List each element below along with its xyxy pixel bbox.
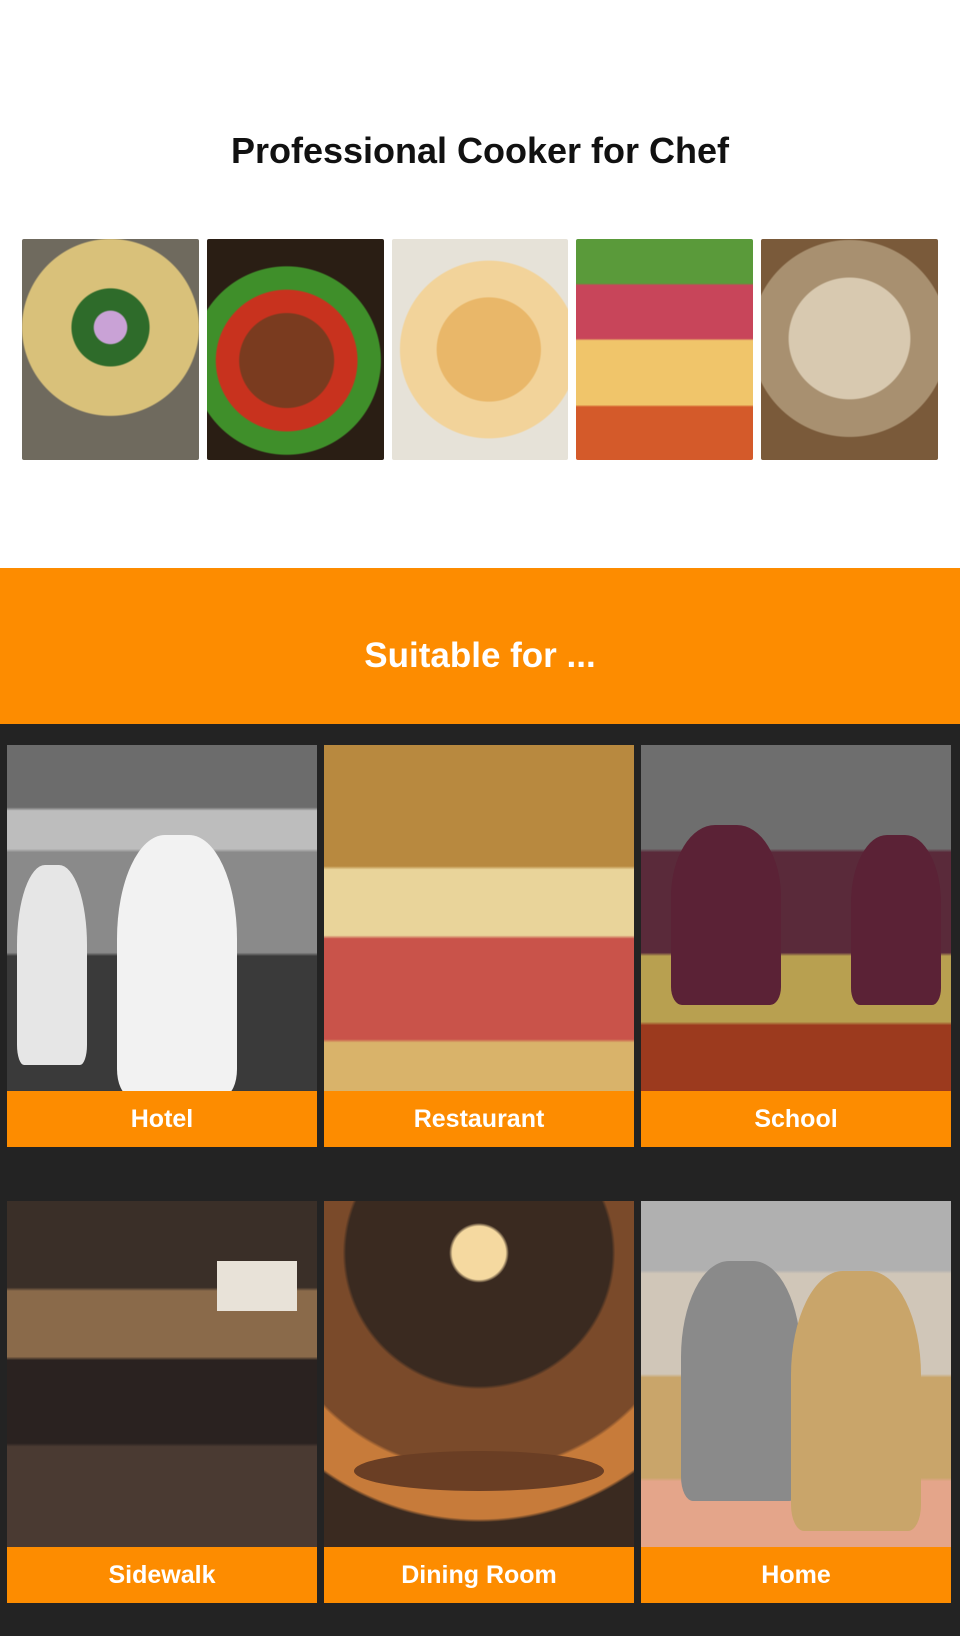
venue-label-school: School [641,1091,951,1147]
venue-card-home: Home [641,1201,951,1603]
page-title: Professional Cooker for Chef [230,130,730,171]
venue-label-hotel: Hotel [7,1091,317,1147]
venue-card-hotel: Hotel [7,745,317,1147]
venue-card-school: School [641,745,951,1147]
venue-photo-restaurant [324,745,634,1091]
shop-sign [217,1261,297,1311]
venue-card-dining-room: Dining Room [324,1201,634,1603]
food-image-fried-shrimp [391,239,569,460]
chef-figure [17,865,87,1065]
top-section: Professional Cooker for Chef [0,0,960,568]
food-image-stew [761,239,938,460]
venue-photo-home [641,1201,951,1547]
chef-figure [117,835,237,1091]
food-image-hotpot [576,239,754,460]
person-figure [681,1261,801,1501]
venue-label-dining-room: Dining Room [324,1547,634,1603]
dining-table [354,1451,604,1491]
venue-photo-sidewalk [7,1201,317,1547]
suitable-title: Suitable for ... [364,636,596,675]
venue-photo-school [641,745,951,1091]
food-image-oysters [22,239,199,460]
person-figure [791,1271,921,1531]
venue-photo-hotel [7,745,317,1091]
venue-photo-dining-room [324,1201,634,1547]
venue-label-home: Home [641,1547,951,1603]
venue-card-sidewalk: Sidewalk [7,1201,317,1603]
server-figure [671,825,781,1005]
venue-label-sidewalk: Sidewalk [7,1547,317,1603]
server-figure [851,835,941,1005]
food-image-stir-fry [206,239,384,460]
food-gallery [22,239,938,460]
venue-label-restaurant: Restaurant [324,1091,634,1147]
venue-card-restaurant: Restaurant [324,745,634,1147]
